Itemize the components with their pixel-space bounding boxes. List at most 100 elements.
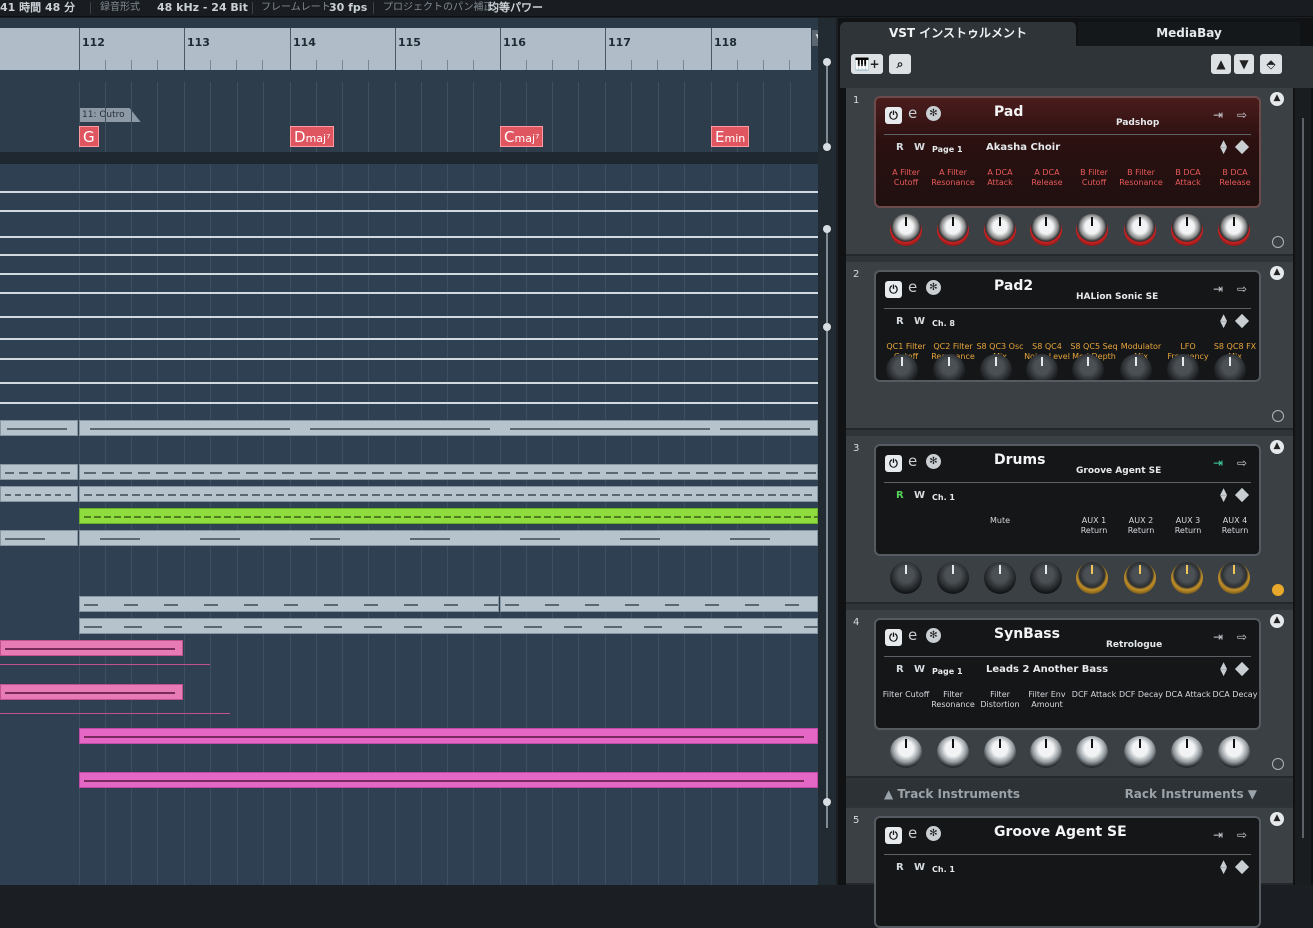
tab-vst-instruments[interactable]: VST インストゥルメント xyxy=(840,22,1076,46)
quick-control-knob[interactable] xyxy=(1076,736,1108,768)
move-down-button[interactable]: ▼ xyxy=(1234,54,1254,74)
midi-part[interactable] xyxy=(79,464,818,480)
event-display[interactable] xyxy=(0,164,822,885)
quick-control-knob[interactable] xyxy=(1171,562,1203,594)
quick-control-knob[interactable] xyxy=(937,562,969,594)
scroll-handle[interactable] xyxy=(823,225,831,233)
output-icon[interactable]: ⇨ xyxy=(1237,108,1247,122)
instrument-slot[interactable]: 2 ▲ ⏻ e ✻ Pad2 HALion Sonic SE ⇥ ⇨ R W Ch. 8 ▲ ▼ QC1 F… xyxy=(846,262,1293,430)
quick-control-knob[interactable] xyxy=(984,562,1016,594)
scroll-handle[interactable] xyxy=(823,798,831,806)
quick-control-knob[interactable] xyxy=(1218,214,1250,246)
output-icon[interactable]: ⇨ xyxy=(1237,828,1247,842)
chord-marker[interactable]: Cmaj⁷ xyxy=(500,126,544,147)
instrument-name[interactable]: Pad xyxy=(994,104,1023,120)
quick-control-knob[interactable] xyxy=(1026,354,1058,380)
quick-control-knob[interactable] xyxy=(1124,736,1156,768)
freeze-icon[interactable]: ✻ xyxy=(926,454,941,469)
frame-rate[interactable]: 30 fps xyxy=(329,0,367,16)
edit-instrument-icon[interactable] xyxy=(1272,758,1284,770)
quick-control-knob[interactable] xyxy=(933,354,965,380)
tag-icon[interactable] xyxy=(1234,139,1250,155)
search-icon[interactable]: ⌕ xyxy=(889,54,911,74)
page-selector[interactable]: Ch. 8 xyxy=(932,319,955,328)
freeze-icon[interactable]: ✻ xyxy=(926,106,941,121)
quick-control-knob[interactable] xyxy=(1124,562,1156,594)
quick-control-knob[interactable] xyxy=(937,736,969,768)
tag-icon[interactable] xyxy=(1234,661,1250,677)
scroll-handle[interactable] xyxy=(823,143,831,151)
scroll-handle[interactable] xyxy=(823,323,831,331)
quick-control-knob[interactable] xyxy=(1030,736,1062,768)
midi-input-icon[interactable]: ⇥ xyxy=(1213,630,1223,644)
output-icon[interactable]: ⇨ xyxy=(1237,282,1247,296)
power-icon[interactable]: ⏻ xyxy=(885,281,902,298)
freeze-icon[interactable]: ✻ xyxy=(926,280,941,295)
tag-icon[interactable] xyxy=(1234,859,1250,875)
collapse-button[interactable]: ▲ xyxy=(1270,812,1284,826)
collapse-button[interactable]: ▲ xyxy=(1270,266,1284,280)
midi-part[interactable] xyxy=(79,508,821,524)
write-automation-button[interactable]: W xyxy=(914,862,925,873)
write-automation-button[interactable]: W xyxy=(914,142,925,153)
add-instrument-button[interactable]: 🎹+ xyxy=(851,54,883,74)
quick-control-knob[interactable] xyxy=(1030,214,1062,246)
rack-settings-icon[interactable]: ⬘ xyxy=(1260,54,1282,74)
preset-updown-icon[interactable]: ▲ ▼ xyxy=(1220,488,1227,504)
edit-icon[interactable]: e xyxy=(908,278,917,296)
midi-part[interactable] xyxy=(0,530,78,546)
rack-scrollbar[interactable] xyxy=(1295,88,1311,885)
midi-part[interactable] xyxy=(0,684,183,700)
midi-part[interactable] xyxy=(79,530,818,546)
page-selector[interactable]: Page 1 xyxy=(932,145,963,154)
read-automation-button[interactable]: R xyxy=(896,664,904,675)
quick-control-knob[interactable] xyxy=(890,214,922,246)
quick-control-knob[interactable] xyxy=(1214,354,1246,380)
quick-control-knob[interactable] xyxy=(1072,354,1104,380)
midi-part[interactable] xyxy=(0,420,78,436)
midi-part[interactable] xyxy=(79,486,818,502)
power-icon[interactable]: ⏻ xyxy=(885,107,902,124)
scroll-handle[interactable] xyxy=(823,58,831,66)
quick-control-knob[interactable] xyxy=(980,354,1012,380)
edit-icon[interactable]: e xyxy=(908,104,917,122)
collapse-button[interactable]: ▲ xyxy=(1270,440,1284,454)
preset-updown-icon[interactable]: ▲ ▼ xyxy=(1220,314,1227,330)
midi-part[interactable] xyxy=(79,618,822,634)
instrument-slot[interactable]: 4 ▲ ⏻ e ✻ SynBass Retrologue ⇥ ⇨ R W Page 1 Leads 2 … xyxy=(846,610,1293,778)
edit-instrument-icon[interactable] xyxy=(1272,584,1284,596)
chord-marker[interactable]: G xyxy=(79,126,99,147)
midi-part[interactable] xyxy=(79,420,818,436)
midi-part[interactable] xyxy=(79,772,818,788)
rack-instruments-toggle[interactable]: Rack Instruments ▼ xyxy=(1125,787,1257,801)
pan-law[interactable]: 均等パワー xyxy=(488,0,543,16)
quick-control-knob[interactable] xyxy=(890,562,922,594)
quick-control-knob[interactable] xyxy=(886,354,918,380)
preset-updown-icon[interactable]: ▲ ▼ xyxy=(1220,662,1227,678)
quick-control-knob[interactable] xyxy=(1124,214,1156,246)
freeze-icon[interactable]: ✻ xyxy=(926,628,941,643)
chord-marker[interactable]: Dmaj⁷ xyxy=(290,126,335,147)
midi-part[interactable] xyxy=(79,728,818,744)
read-automation-button[interactable]: R xyxy=(896,142,904,153)
midi-part[interactable] xyxy=(0,640,183,656)
record-time[interactable]: 41 時間 48 分 xyxy=(0,0,75,16)
chord-marker[interactable]: Emin xyxy=(711,126,750,147)
instrument-slot[interactable]: 1 ▲ ⏻ e ✻ Pad Padshop ⇥ ⇨ R W Page 1 Akasha Choir ▲ ▼ A… xyxy=(846,88,1293,256)
midi-part[interactable] xyxy=(0,486,78,502)
quick-control-knob[interactable] xyxy=(1171,214,1203,246)
midi-part[interactable] xyxy=(500,596,818,612)
midi-input-icon[interactable]: ⇥ xyxy=(1213,456,1223,470)
power-icon[interactable]: ⏻ xyxy=(885,629,902,646)
edit-icon[interactable]: e xyxy=(908,452,917,470)
preset-name[interactable]: Akasha Choir xyxy=(986,142,1060,153)
collapse-button[interactable]: ▲ xyxy=(1270,92,1284,106)
edit-instrument-icon[interactable] xyxy=(1272,410,1284,422)
quick-control-knob[interactable] xyxy=(984,736,1016,768)
instrument-slot[interactable]: 3 ▲ ⏻ e ✻ Drums Groove Agent SE ⇥ ⇨ R W Ch. 1 ▲ ▼ Mute… xyxy=(846,436,1293,604)
freeze-icon[interactable]: ✻ xyxy=(926,826,941,841)
quick-control-knob[interactable] xyxy=(1167,354,1199,380)
vertical-scrollbar[interactable] xyxy=(818,18,836,885)
tag-icon[interactable] xyxy=(1234,313,1250,329)
quick-control-knob[interactable] xyxy=(937,214,969,246)
